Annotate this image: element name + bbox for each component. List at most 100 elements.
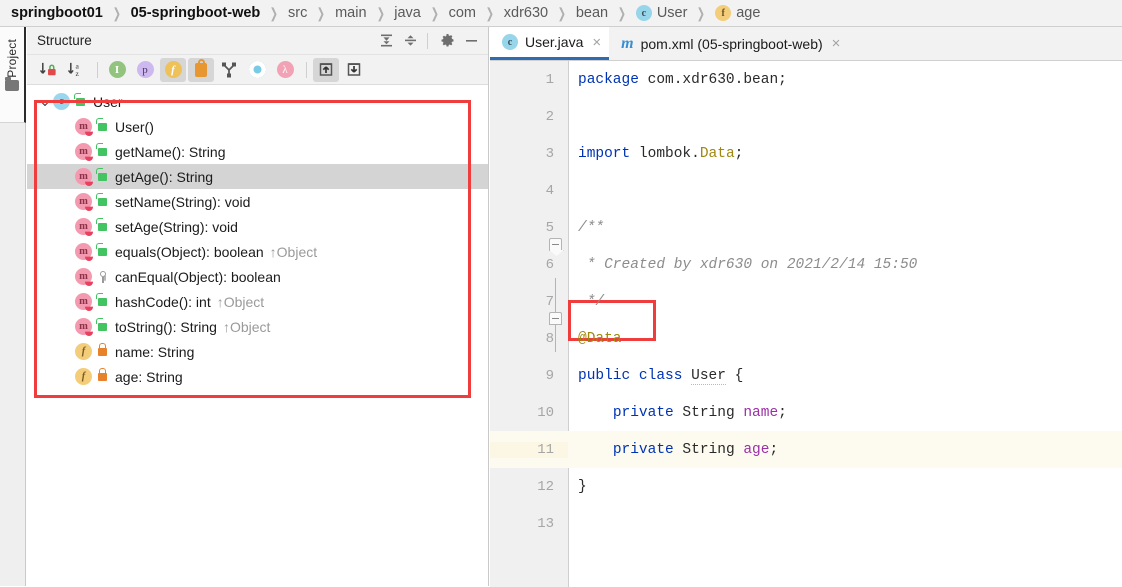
code-editor[interactable]: 1 package com.xdr630.bean; 2 3 import lombok… bbox=[490, 61, 1122, 587]
tree-row-label: canEqual(Object): boolean bbox=[115, 268, 281, 285]
tree-row[interactable]: m getAge(): String bbox=[27, 164, 488, 189]
code-token: /** bbox=[578, 219, 605, 236]
editor-tab[interactable]: m pom.xml (05-springboot-web) × bbox=[609, 27, 848, 60]
method-icon: m bbox=[75, 243, 92, 260]
code-line[interactable]: 13 bbox=[490, 505, 1122, 542]
breadcrumb-item-05-springboot-web[interactable]: 05-springboot-web bbox=[130, 5, 262, 21]
code-line-text: } bbox=[568, 479, 587, 495]
code-line[interactable]: 2 bbox=[490, 98, 1122, 135]
breadcrumb-item-java[interactable]: java bbox=[393, 5, 422, 21]
code-token: lombok. bbox=[630, 145, 700, 162]
lambda-glyph: λ bbox=[276, 61, 294, 78]
breadcrumb-item-com[interactable]: com bbox=[448, 5, 477, 21]
visibility-icon-wrap bbox=[73, 92, 88, 106]
breadcrumb-item-user[interactable]: c User bbox=[635, 5, 689, 21]
tree-row[interactable]: m User() bbox=[27, 114, 488, 139]
tree-row-label: toString(): String bbox=[115, 318, 217, 335]
code-line[interactable]: 4 bbox=[490, 172, 1122, 209]
minimize-icon[interactable] bbox=[460, 30, 482, 52]
code-token: name bbox=[743, 404, 779, 421]
show-anonymous-icon[interactable] bbox=[244, 58, 270, 82]
collapse-all-icon[interactable] bbox=[399, 30, 421, 52]
code-line-text: private String name; bbox=[568, 405, 787, 421]
code-line[interactable]: 10 private String name; bbox=[490, 394, 1122, 431]
expand-all-icon[interactable] bbox=[375, 30, 397, 52]
code-lines: 1 package com.xdr630.bean; 2 3 import lombok… bbox=[490, 61, 1122, 542]
code-line[interactable]: 11 private String age; bbox=[490, 431, 1122, 468]
tree-row-label: getAge(): String bbox=[115, 168, 214, 185]
show-non-public-icon[interactable] bbox=[188, 57, 214, 82]
code-line[interactable]: 8 @Data bbox=[490, 320, 1122, 357]
tree-row[interactable]: m canEqual(Object): boolean bbox=[27, 264, 488, 289]
tree-row[interactable]: ⌄ c User bbox=[27, 89, 488, 114]
code-line-text: private String age; bbox=[568, 442, 778, 458]
breadcrumb-item-main[interactable]: main bbox=[334, 5, 367, 21]
sort-alphabetically-icon[interactable]: a z bbox=[63, 58, 89, 82]
breadcrumb-separator: ❯ bbox=[617, 4, 627, 21]
tree-row[interactable]: f name: String bbox=[27, 339, 488, 364]
code-line[interactable]: 6 * Created by xdr630 on 2021/2/14 15:50 bbox=[490, 246, 1122, 283]
gear-icon[interactable] bbox=[436, 30, 458, 52]
editor-tab-label: User.java bbox=[525, 34, 584, 50]
code-token: import bbox=[578, 145, 631, 162]
breadcrumb-item-bean[interactable]: bean bbox=[575, 5, 609, 21]
visibility-icon-wrap bbox=[95, 292, 110, 306]
breadcrumb-item-xdr630[interactable]: xdr630 bbox=[503, 5, 549, 21]
show-lambdas-icon[interactable]: λ bbox=[272, 58, 298, 82]
breadcrumb-item-src[interactable]: src bbox=[287, 5, 308, 21]
visibility-icon-wrap bbox=[95, 270, 110, 283]
editor-tab[interactable]: c User.java × bbox=[490, 27, 610, 60]
code-line[interactable]: 7 */ bbox=[490, 283, 1122, 320]
code-line[interactable]: 1 package com.xdr630.bean; bbox=[490, 61, 1122, 98]
structure-tree[interactable]: ⌄ c User m User() m getName(): String m getAge()… bbox=[27, 85, 488, 389]
code-token: com.xdr630.bean; bbox=[638, 71, 787, 88]
editor-area: c User.java × m pom.xml (05-springboot-web) ×… bbox=[490, 27, 1122, 587]
collapse-all-icon[interactable] bbox=[341, 58, 367, 82]
code-line[interactable]: 3 import lombok.Data; bbox=[490, 135, 1122, 172]
close-icon[interactable]: × bbox=[592, 35, 601, 50]
tree-row[interactable]: m equals(Object): boolean ↑Object bbox=[27, 239, 488, 264]
tree-row[interactable]: f age: String bbox=[27, 364, 488, 389]
show-fields-icon[interactable]: f bbox=[160, 57, 186, 82]
expand-all-icon[interactable] bbox=[313, 57, 339, 82]
code-token: { bbox=[725, 367, 744, 384]
fold-marker-close-icon[interactable] bbox=[549, 312, 562, 325]
method-icon: m bbox=[75, 168, 92, 185]
code-line[interactable]: 9 public class User { bbox=[490, 357, 1122, 394]
fold-marker-open-icon[interactable] bbox=[549, 238, 562, 251]
class-icon: c bbox=[53, 93, 70, 110]
code-line-text: * Created by xdr630 on 2021/2/14 15:50 bbox=[568, 257, 918, 273]
code-line[interactable]: 5 /** bbox=[490, 209, 1122, 246]
breadcrumb-item-label: bean bbox=[575, 5, 609, 21]
line-number: 13 bbox=[537, 515, 554, 532]
code-line[interactable]: 12} bbox=[490, 468, 1122, 505]
show-inherited-icon[interactable]: I bbox=[104, 58, 130, 82]
line-number: 4 bbox=[545, 182, 554, 199]
tree-row[interactable]: m hashCode(): int ↑Object bbox=[27, 289, 488, 314]
code-token: String bbox=[673, 404, 744, 421]
tree-row[interactable]: m setName(String): void bbox=[27, 189, 488, 214]
field-icon: f bbox=[75, 368, 92, 385]
tree-row[interactable]: m getName(): String bbox=[27, 139, 488, 164]
structure-panel: Structure a z I p f λ ⌄ c User m User() … bbox=[27, 27, 489, 586]
line-number: 1 bbox=[545, 71, 554, 88]
breadcrumb-item-age[interactable]: f age bbox=[714, 5, 761, 21]
structure-panel-toolbar: a z I p f λ bbox=[27, 55, 488, 85]
show-hierarchy-icon[interactable] bbox=[216, 58, 242, 82]
tool-window-strip: Project Structure bbox=[0, 27, 489, 586]
line-number: 3 bbox=[545, 145, 554, 162]
tree-row[interactable]: m setAge(String): void bbox=[27, 214, 488, 239]
method-icon: m bbox=[75, 193, 92, 210]
tree-row[interactable]: m toString(): String ↑Object bbox=[27, 314, 488, 339]
public-unlocked-icon bbox=[96, 167, 107, 181]
line-number: 2 bbox=[545, 108, 554, 125]
breadcrumb: springboot01 ❯ 05-springboot-web ❯ src ❯ main ❯… bbox=[0, 0, 1122, 27]
sort-by-visibility-icon[interactable] bbox=[35, 58, 61, 82]
close-icon[interactable]: × bbox=[832, 36, 841, 51]
breadcrumb-item-springboot01[interactable]: springboot01 bbox=[10, 5, 104, 21]
line-number: 12 bbox=[537, 478, 554, 495]
tool-window-tab-project[interactable]: Project bbox=[0, 27, 26, 123]
chevron-down-icon[interactable]: ⌄ bbox=[37, 93, 53, 110]
show-properties-icon[interactable]: p bbox=[132, 58, 158, 82]
